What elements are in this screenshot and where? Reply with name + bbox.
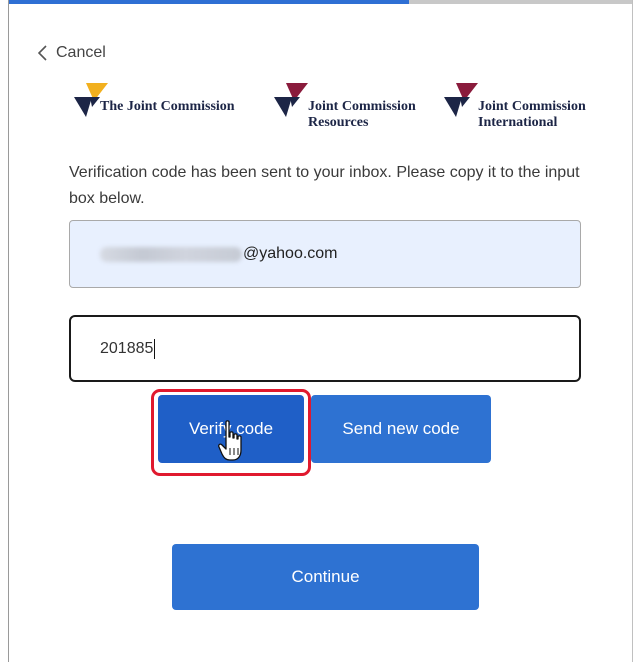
- continue-button[interactable]: Continue: [172, 544, 479, 610]
- verification-instructions: Verification code has been sent to your …: [69, 164, 580, 207]
- email-field[interactable]: @yahoo.com: [69, 220, 581, 288]
- cancel-button[interactable]: Cancel: [38, 44, 106, 62]
- progress-accent-bar: [9, 0, 409, 4]
- text-caret: [154, 338, 156, 359]
- jc-resources-mark-icon: [274, 83, 308, 117]
- hand-pointer-icon: [218, 420, 244, 471]
- jc-resources-logo: Joint Commission Resources: [274, 83, 416, 131]
- email-domain: @yahoo.com: [243, 245, 338, 262]
- verification-code-value: 201885: [100, 339, 154, 357]
- partner-logos: The Joint Commission Joint Commission Re…: [74, 83, 614, 133]
- cancel-label: Cancel: [56, 44, 106, 61]
- logo-line2: International: [478, 115, 558, 130]
- redacted-email-username: [100, 246, 242, 262]
- send-new-code-button[interactable]: Send new code: [311, 395, 491, 463]
- jc-international-mark-icon: [444, 83, 478, 117]
- chevron-left-icon: [38, 45, 47, 61]
- logo-line1: The Joint Commission: [100, 99, 235, 114]
- logo-line2: Resources: [308, 115, 369, 130]
- logo-line1: Joint Commission: [308, 99, 416, 114]
- jc-international-logo: Joint Commission International: [444, 83, 586, 131]
- dialog-frame: Cancel The Joint Commission Joint Commis…: [0, 0, 633, 662]
- logo-line1: Joint Commission: [478, 99, 586, 114]
- joint-commission-logo: The Joint Commission: [74, 83, 235, 117]
- left-border: [8, 0, 9, 662]
- top-border: [409, 0, 633, 4]
- verification-code-input[interactable]: 201885: [69, 315, 581, 382]
